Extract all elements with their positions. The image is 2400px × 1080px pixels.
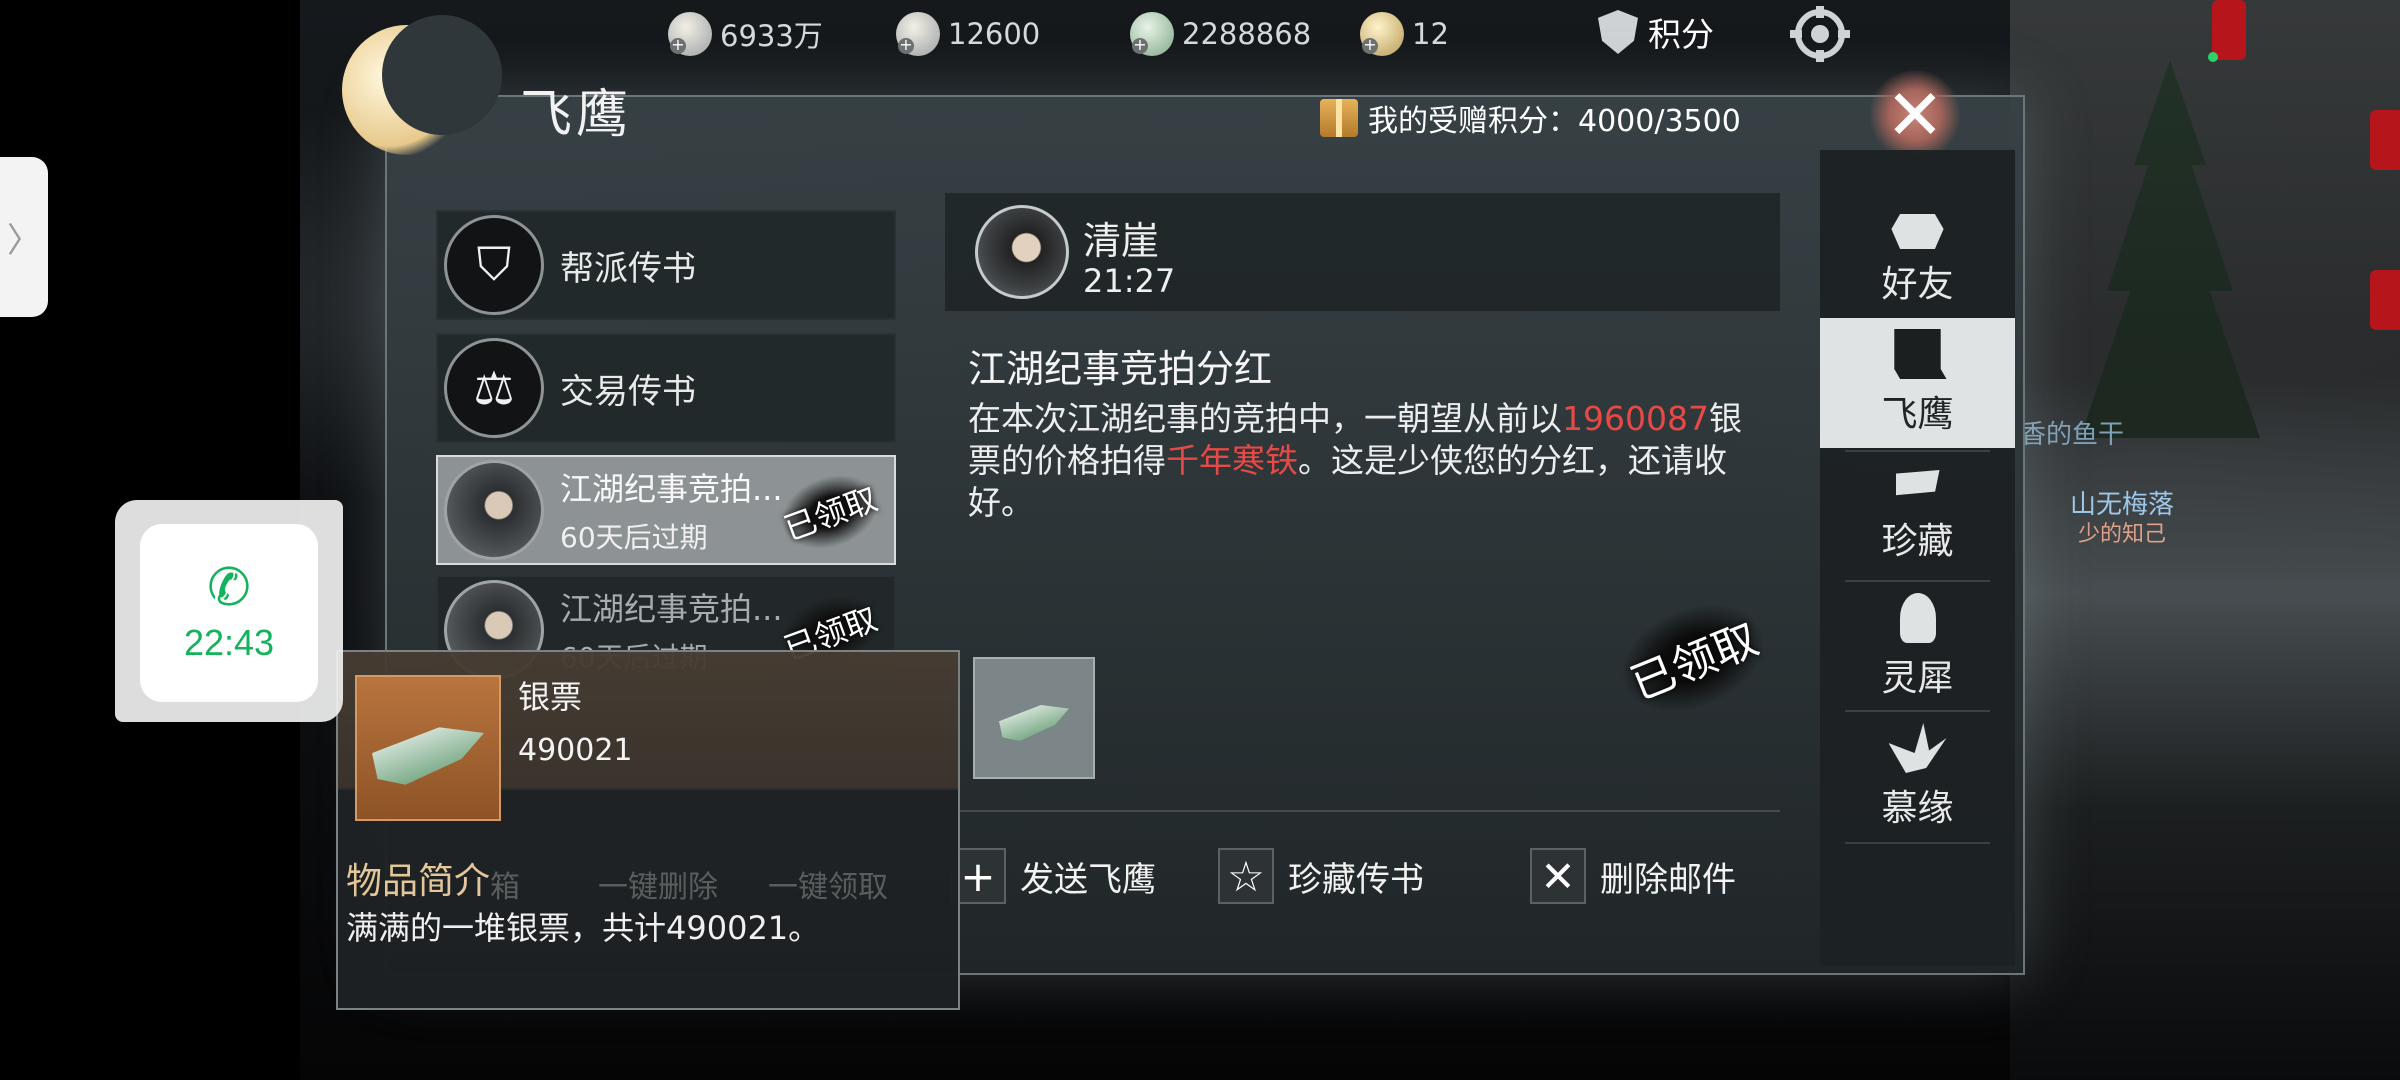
ghost-button: 一键领取 (768, 870, 888, 905)
red-lantern (2212, 0, 2246, 60)
tab-collection[interactable]: 珍藏 (1820, 452, 2015, 582)
sender-name: 清崖 (1083, 219, 1160, 263)
mail-item-expire: 60天后过期 (560, 521, 708, 554)
banknote-icon (372, 705, 484, 791)
gift-points: 我的受赠积分：4000/3500 (1320, 96, 1741, 140)
teapot-icon (1891, 214, 1944, 249)
mail-category-label: 帮派传书 (560, 248, 696, 289)
divider (945, 810, 1780, 812)
item-count: 490021 (518, 733, 633, 768)
panel-title: 飞鹰 (520, 85, 633, 145)
sender-portrait[interactable] (975, 205, 1069, 299)
status-dot (2208, 52, 2218, 62)
mail-body-item: 千年寒铁 (1166, 441, 1298, 480)
favorite-mail-label: 珍藏传书 (1288, 859, 1424, 900)
resource-value: 12 (1412, 17, 1449, 51)
ghost-button: 箱 (490, 870, 520, 905)
chevron-right-icon: 〉 (7, 220, 41, 261)
red-lantern (2370, 270, 2400, 330)
moon-shadow (382, 15, 502, 135)
mail-category-guild[interactable]: ⛉ 帮派传书 (436, 210, 896, 320)
tab-muyuan[interactable]: 慕缘 (1820, 712, 2015, 842)
bell-icon (1899, 593, 1936, 643)
send-mail-label: 发送飞鹰 (1020, 859, 1156, 900)
ghost-button: 一键删除 (598, 870, 718, 905)
shield-icon (1598, 10, 1638, 54)
attachment-slot[interactable] (973, 657, 1095, 779)
coin-icon: + (668, 12, 712, 56)
gift-icon (1320, 99, 1358, 137)
tab-label: 飞鹰 (1881, 394, 1954, 435)
gear-icon[interactable] (1790, 6, 1850, 62)
item-icon (355, 675, 501, 821)
gold-ingot-icon: + (1360, 12, 1404, 56)
call-duration: 22:43 (183, 622, 275, 663)
points-button[interactable]: 积分 (1598, 8, 1714, 56)
resource-value: 12600 (948, 17, 1041, 51)
delete-mail-button[interactable]: ✕ 删除邮件 (1530, 848, 1736, 904)
mail-list-item-selected[interactable]: 江湖纪事竞拍... 60天后过期 已领取 (436, 455, 896, 565)
resource-silver[interactable]: + 12600 (896, 10, 1040, 58)
call-bubble[interactable]: ✆ 22:43 (140, 524, 318, 702)
resource-banknote[interactable]: + 2288868 (1130, 10, 1311, 58)
tab-divider (1845, 842, 1990, 844)
close-icon: ✕ (1530, 848, 1586, 904)
mail-body-text: 在本次江湖纪事的竞拍中，一朝望从前以 (968, 399, 1562, 438)
tab-lingxi[interactable]: 灵犀 (1820, 582, 2015, 712)
delete-mail-label: 删除邮件 (1600, 859, 1736, 900)
tab-label: 好友 (1881, 264, 1954, 305)
resource-coins[interactable]: + 6933万 (668, 10, 823, 58)
mail-body: 在本次江湖纪事的竞拍中，一朝望从前以1960087银票的价格拍得千年寒铁。这是少… (968, 398, 1768, 524)
scale-icon: ⚖ (444, 338, 544, 438)
scroll-icon (1894, 329, 1947, 379)
scene-background-right (2010, 0, 2400, 1080)
sender-time: 21:27 (1083, 262, 1176, 300)
tab-label: 慕缘 (1881, 788, 1954, 829)
resource-value: 6933万 (720, 19, 823, 53)
close-icon: ✕ (1885, 74, 1945, 156)
tab-friends[interactable]: 好友 (1820, 188, 2015, 318)
tab-label: 灵犀 (1881, 658, 1954, 699)
item-name: 银票 (518, 678, 583, 716)
resource-gold[interactable]: + 12 (1360, 10, 1449, 58)
crane-icon (1888, 723, 1947, 773)
scene-label-fish: 香的鱼干 (2020, 420, 2125, 450)
item-description-heading: 物品简介 (346, 861, 491, 902)
sender-bar (945, 193, 1780, 311)
banknote-icon: + (1130, 12, 1174, 56)
banner-icon: ⛉ (444, 215, 544, 315)
scene-player-title: 少的知己 (2078, 522, 2167, 547)
star-icon: ☆ (1218, 848, 1274, 904)
resource-value: 2288868 (1182, 17, 1312, 51)
claimed-stamp: 已领取 (771, 462, 889, 562)
mail-category-label: 交易传书 (560, 371, 696, 412)
send-mail-button[interactable]: + 发送飞鹰 (950, 848, 1156, 904)
tab-flying-eagle[interactable]: 飞鹰 (1820, 318, 2015, 448)
sender-avatar (444, 460, 544, 560)
mail-title: 江湖纪事竞拍分红 (968, 347, 1273, 391)
phone-icon: ✆ (207, 558, 251, 618)
side-drawer-handle[interactable]: 〉 (0, 157, 48, 317)
mail-body-price: 1960087 (1562, 399, 1709, 438)
mail-item-title: 江湖纪事竞拍... (560, 590, 783, 628)
gift-points-text: 我的受赠积分：4000/3500 (1368, 104, 1741, 139)
mail-item-title: 江湖纪事竞拍... (560, 470, 783, 508)
mail-category-trade[interactable]: ⚖ 交易传书 (436, 333, 896, 443)
item-description: 满满的一堆银票，共计490021。 (346, 909, 821, 947)
ingot-silver-icon: + (896, 12, 940, 56)
red-lantern (2370, 110, 2400, 170)
favorite-mail-button[interactable]: ☆ 珍藏传书 (1218, 848, 1424, 904)
points-label: 积分 (1648, 15, 1714, 54)
banknote-icon (999, 691, 1069, 745)
flag-icon (1895, 470, 1940, 496)
tab-label: 珍藏 (1881, 521, 1954, 562)
close-button[interactable]: ✕ (1870, 70, 1960, 160)
